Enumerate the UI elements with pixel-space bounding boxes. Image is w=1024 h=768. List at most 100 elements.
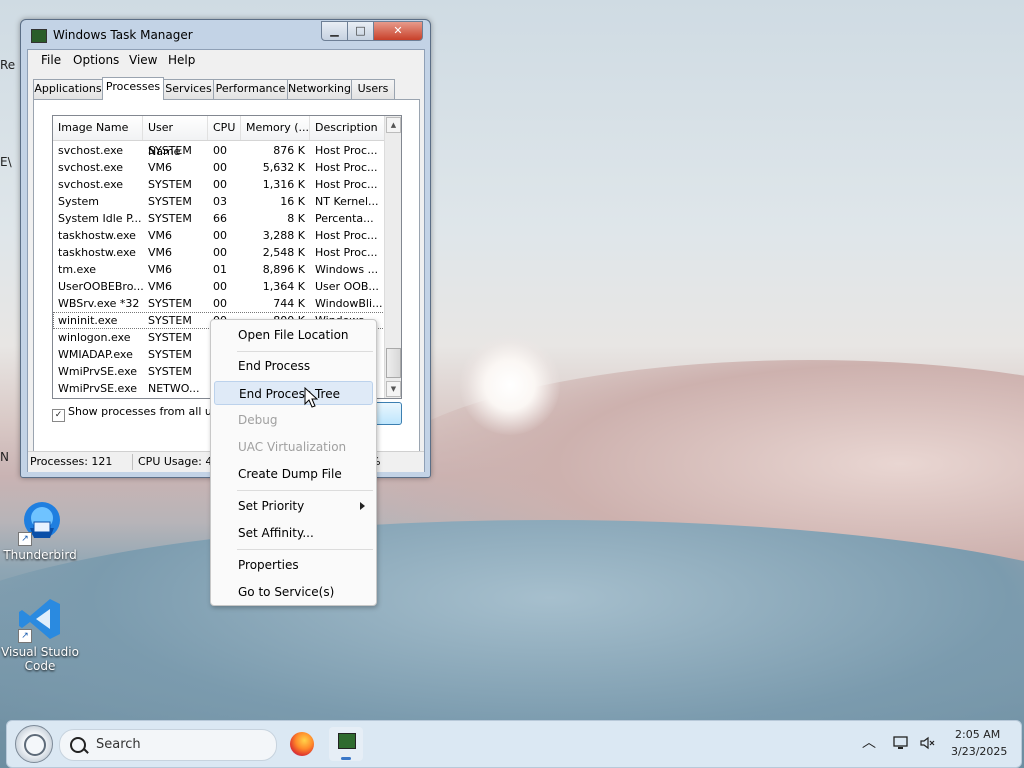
process-cell-user: SYSTEM — [148, 348, 192, 361]
mouse-cursor-icon — [304, 387, 318, 408]
maximize-button[interactable]: □ — [347, 21, 374, 41]
process-cell-image: winlogon.exe — [58, 331, 131, 344]
clock-date[interactable]: 3/23/2025 — [951, 745, 1007, 758]
status-processes: Processes: 121 — [30, 455, 113, 468]
desktop-icon-thunderbird[interactable]: ↗ Thunderbird — [0, 498, 80, 562]
menu-options[interactable]: Options — [73, 53, 119, 67]
desktop-icon-vscode[interactable]: ↗ Visual Studio Code — [0, 595, 80, 673]
start-button[interactable] — [15, 725, 53, 763]
title-bar[interactable]: Windows Task Manager ▁ □ ✕ — [21, 20, 430, 50]
process-cell-image: WBSrv.exe *32 — [58, 297, 140, 310]
active-app-indicator — [341, 757, 351, 760]
process-cell-user: SYSTEM — [148, 297, 192, 310]
process-row[interactable]: svchost.exe VM6 00 5,632 K Host Proc... — [53, 159, 385, 176]
menu-item-set-priority[interactable]: Set Priority — [214, 494, 373, 518]
process-cell-desc: User OOB... — [315, 280, 379, 293]
minimize-button[interactable]: ▁ — [321, 21, 348, 41]
menu-item-open-file-location[interactable]: Open File Location — [214, 323, 373, 347]
column-header-description[interactable]: Description — [310, 116, 385, 140]
desktop-icon-label: Visual Studio Code — [1, 645, 79, 673]
process-row[interactable]: WBSrv.exe *32 SYSTEM 00 744 K WindowBli... — [53, 295, 385, 312]
process-cell-user: NETWO... — [148, 382, 200, 395]
process-cell-desc: NT Kernel... — [315, 195, 379, 208]
process-context-menu[interactable]: Open File Location End Process End Proce… — [210, 319, 377, 606]
column-header-memory[interactable]: Memory (... — [241, 116, 310, 140]
menu-item-set-affinity[interactable]: Set Affinity... — [214, 521, 373, 545]
process-row[interactable]: svchost.exe SYSTEM 00 1,316 K Host Proc... — [53, 176, 385, 193]
tab-services[interactable]: Services — [163, 79, 214, 99]
menu-item-create-dump-file[interactable]: Create Dump File — [214, 462, 373, 486]
tab-users[interactable]: Users — [351, 79, 395, 99]
clock-time[interactable]: 2:05 AM — [955, 728, 1000, 741]
process-cell-image: taskhostw.exe — [58, 229, 136, 242]
process-cell-cpu: 00 — [213, 178, 227, 191]
taskbar-app-firefox[interactable] — [285, 727, 319, 761]
column-header-image-name[interactable]: Image Name — [53, 116, 143, 140]
tab-networking[interactable]: Networking — [287, 79, 352, 99]
menu-item-label: Set Priority — [238, 499, 305, 513]
close-button[interactable]: ✕ — [373, 21, 423, 41]
process-cell-user: SYSTEM — [148, 144, 192, 157]
process-cell-memory: 1,364 K — [262, 280, 305, 293]
menu-item-end-process[interactable]: End Process — [214, 354, 373, 378]
column-header-user-name[interactable]: User Name — [143, 116, 208, 158]
thunderbird-icon: ↗ — [16, 498, 64, 546]
menu-item-go-to-services[interactable]: Go to Service(s) — [214, 580, 373, 604]
process-cell-image: WMIADAP.exe — [58, 348, 133, 361]
menu-file[interactable]: File — [41, 53, 61, 67]
checkbox-checked-icon[interactable]: ✓ — [52, 409, 65, 422]
desktop-icon-fragment[interactable]: N — [0, 450, 22, 468]
process-cell-image: wininit.exe — [58, 314, 118, 327]
process-cell-image: svchost.exe — [58, 178, 124, 191]
process-cell-desc: Percenta... — [315, 212, 374, 225]
scroll-thumb[interactable] — [386, 348, 401, 378]
process-row[interactable]: taskhostw.exe VM6 00 2,548 K Host Proc... — [53, 244, 385, 261]
tab-applications[interactable]: Applications — [33, 79, 103, 99]
status-cpu-usage: CPU Usage: 43 — [138, 455, 220, 468]
process-list-header: Image Name User Name CPU Memory (... Des… — [53, 116, 385, 158]
scroll-down-button[interactable]: ▼ — [386, 381, 401, 397]
process-cell-memory: 8 K — [287, 212, 305, 225]
process-row[interactable]: tm.exe VM6 01 8,896 K Windows ... — [53, 261, 385, 278]
desktop-icon-fragment[interactable]: Re — [0, 58, 22, 76]
show-all-processes-checkbox[interactable]: ✓ Show processes from all users — [52, 405, 235, 422]
process-cell-desc: Host Proc... — [315, 144, 378, 157]
menu-item-properties[interactable]: Properties — [214, 553, 373, 577]
menu-item-uac-virtualization: UAC Virtualization — [238, 440, 347, 454]
process-cell-cpu: 00 — [213, 144, 227, 157]
submenu-arrow-icon — [360, 502, 365, 510]
process-cell-desc: Host Proc... — [315, 161, 378, 174]
process-row[interactable]: svchost.exe SYSTEM 00 876 K Host Proc... — [53, 142, 385, 159]
process-cell-desc: Windows ... — [315, 263, 379, 276]
menu-help[interactable]: Help — [168, 53, 195, 67]
tab-performance[interactable]: Performance — [213, 79, 288, 99]
desktop-icon-fragment[interactable]: E\ — [0, 155, 22, 173]
process-row[interactable]: taskhostw.exe VM6 00 3,288 K Host Proc... — [53, 227, 385, 244]
scroll-up-button[interactable]: ▲ — [386, 117, 401, 133]
process-cell-memory: 8,896 K — [262, 263, 305, 276]
menu-view[interactable]: View — [129, 53, 157, 67]
shortcut-arrow-icon: ↗ — [18, 629, 32, 643]
process-cell-desc: Host Proc... — [315, 178, 378, 191]
process-cell-user: SYSTEM — [148, 195, 192, 208]
process-row[interactable]: System SYSTEM 03 16 K NT Kernel... — [53, 193, 385, 210]
tab-processes[interactable]: Processes — [102, 77, 164, 100]
column-header-cpu[interactable]: CPU — [208, 116, 241, 140]
process-cell-image: System Idle P... — [58, 212, 142, 225]
window-title: Windows Task Manager — [53, 28, 193, 42]
process-cell-memory: 876 K — [273, 144, 305, 157]
process-cell-memory: 3,288 K — [262, 229, 305, 242]
menu-item-end-process-tree[interactable]: End Process Tree — [214, 381, 373, 405]
process-row[interactable]: UserOOBEBro... VM6 00 1,364 K User OOB... — [53, 278, 385, 295]
process-cell-cpu: 00 — [213, 280, 227, 293]
process-list-scrollbar[interactable]: ▲ ▼ — [384, 116, 401, 398]
volume-muted-icon[interactable] — [919, 735, 935, 751]
taskbar-app-task-manager[interactable] — [329, 727, 363, 761]
chevron-up-icon[interactable]: ︿ — [861, 735, 877, 751]
task-manager-icon — [31, 29, 47, 43]
process-cell-cpu: 66 — [213, 212, 227, 225]
network-icon[interactable] — [893, 735, 909, 751]
process-row[interactable]: System Idle P... SYSTEM 66 8 K Percenta... — [53, 210, 385, 227]
process-cell-cpu: 00 — [213, 161, 227, 174]
taskbar-search[interactable]: Search — [59, 729, 277, 761]
